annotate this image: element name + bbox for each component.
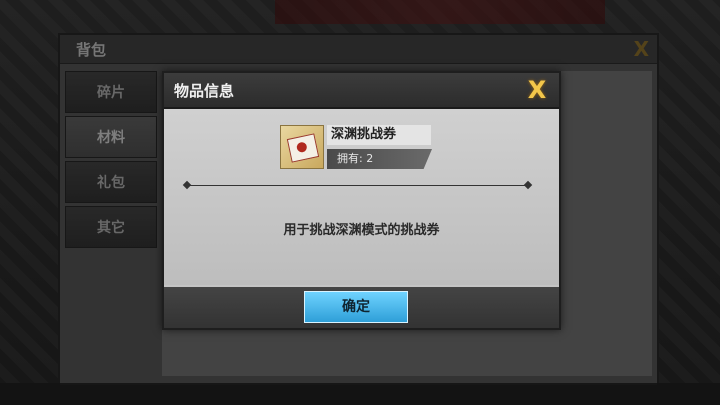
modal-body: 深渊挑战券 拥有: 2 用于挑战深渊模式的挑战券	[164, 109, 559, 285]
item-count: 拥有: 2	[327, 149, 432, 169]
modal-footer: 确定	[164, 287, 559, 328]
confirm-button[interactable]: 确定	[304, 291, 408, 323]
item-description: 用于挑战深渊模式的挑战券	[283, 223, 440, 238]
modal-title: 物品信息	[174, 82, 235, 100]
divider	[188, 185, 529, 186]
close-icon[interactable]: X	[523, 76, 551, 104]
item-name: 深渊挑战券	[327, 125, 431, 145]
modal-header: 物品信息 X	[164, 73, 559, 109]
divider-end-right	[523, 180, 533, 190]
item-info-modal: 物品信息 X 深渊挑战券 拥有: 2 用于挑战深渊模式的挑战券 确定	[162, 71, 561, 330]
ticket-graphic	[286, 133, 320, 163]
ticket-icon	[280, 125, 324, 169]
